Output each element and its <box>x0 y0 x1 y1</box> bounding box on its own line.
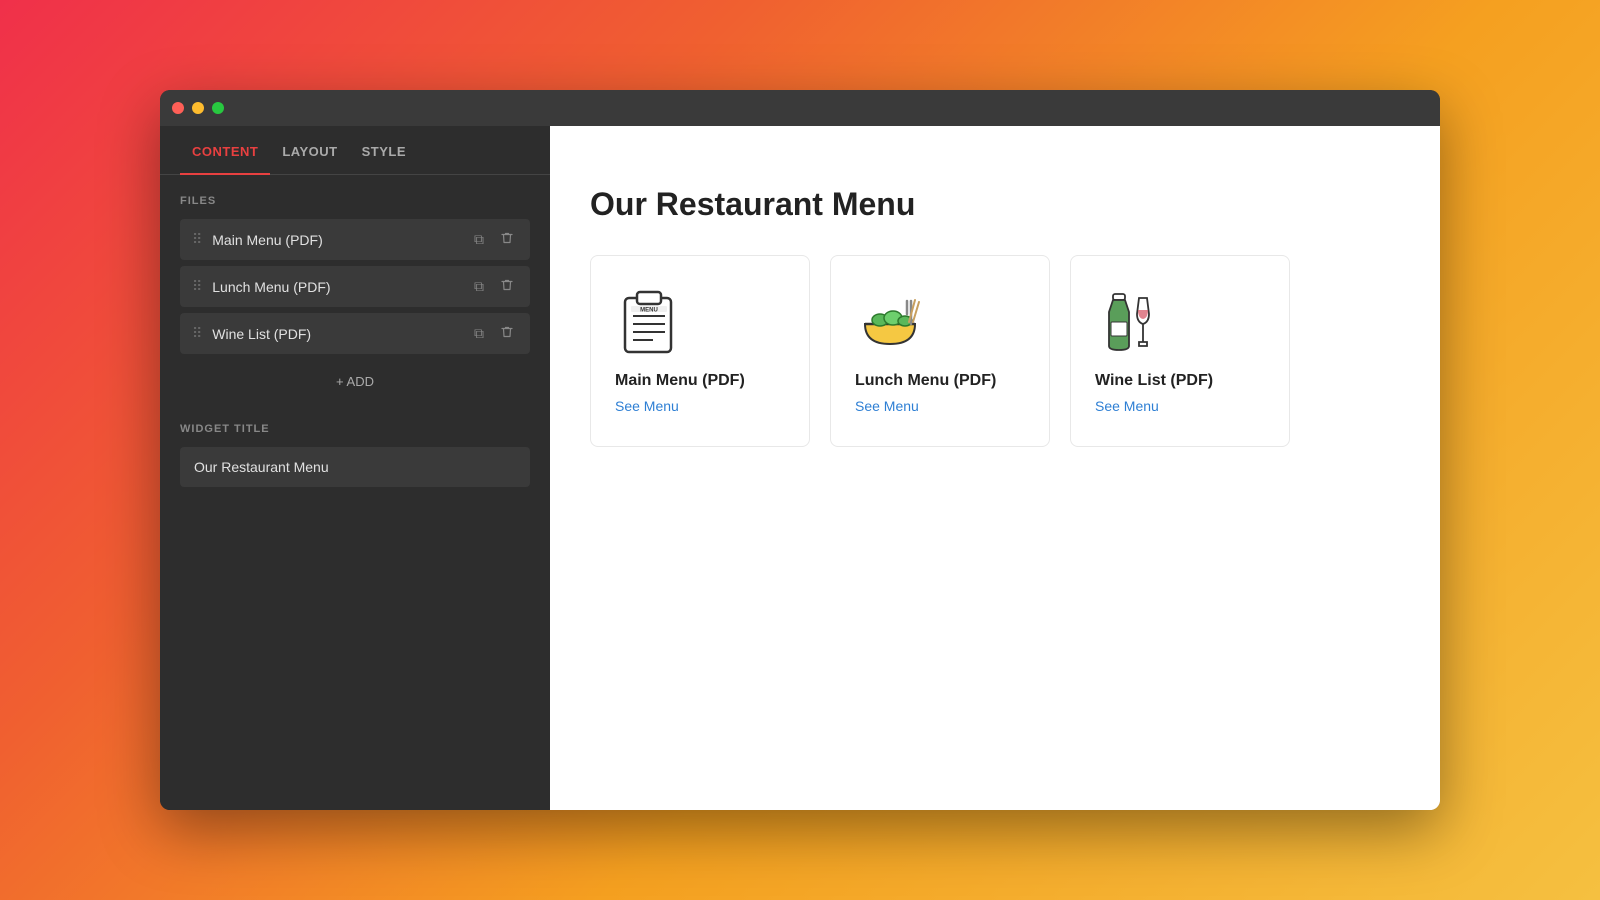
card-3-link[interactable]: See Menu <box>1095 398 1159 414</box>
drag-handle-1[interactable]: ⠿ <box>192 231 202 248</box>
file-name-1: Main Menu (PDF) <box>212 232 470 248</box>
file-name-2: Lunch Menu (PDF) <box>212 279 470 295</box>
maximize-button[interactable] <box>212 102 224 114</box>
tabs-bar: CONTENT LAYOUT STYLE <box>160 126 550 175</box>
menu-card-1: MENU Main Menu (PDF) See Menu <box>590 255 810 447</box>
svg-text:MENU: MENU <box>640 308 658 314</box>
menu-card-3: Wine List (PDF) See Menu <box>1070 255 1290 447</box>
card-2-link[interactable]: See Menu <box>855 398 919 414</box>
titlebar <box>160 90 1440 126</box>
drag-handle-2[interactable]: ⠿ <box>192 278 202 295</box>
restaurant-title: Our Restaurant Menu <box>590 186 1400 223</box>
tab-layout[interactable]: LAYOUT <box>270 126 349 174</box>
wine-list-icon <box>1095 286 1165 356</box>
file-item-2[interactable]: ⠿ Lunch Menu (PDF) ⧉ <box>180 266 530 307</box>
sidebar: CONTENT LAYOUT STYLE FILES ⠿ Main Menu (… <box>160 126 550 810</box>
copy-button-2[interactable]: ⧉ <box>470 276 488 297</box>
copy-button-3[interactable]: ⧉ <box>470 323 488 344</box>
menu-card-2: Lunch Menu (PDF) See Menu <box>830 255 1050 447</box>
widget-title-section: WIDGET TITLE <box>160 403 550 507</box>
files-section: FILES ⠿ Main Menu (PDF) ⧉ <box>160 175 550 403</box>
card-1-link[interactable]: See Menu <box>615 398 679 414</box>
widget-title-input[interactable] <box>180 447 530 487</box>
traffic-lights <box>172 102 224 114</box>
minimize-button[interactable] <box>192 102 204 114</box>
app-window: CONTENT LAYOUT STYLE FILES ⠿ Main Menu (… <box>160 90 1440 810</box>
card-1-title: Main Menu (PDF) <box>615 372 785 390</box>
file-name-3: Wine List (PDF) <box>212 326 470 342</box>
delete-button-3[interactable] <box>496 323 518 344</box>
file-actions-3: ⧉ <box>470 323 518 344</box>
preview-area: Our Restaurant Menu <box>550 126 1440 810</box>
delete-button-1[interactable] <box>496 229 518 250</box>
close-button[interactable] <box>172 102 184 114</box>
menu-cards: MENU Main Menu (PDF) See Menu <box>590 255 1400 447</box>
main-menu-icon: MENU <box>615 286 685 356</box>
delete-button-2[interactable] <box>496 276 518 297</box>
file-actions-1: ⧉ <box>470 229 518 250</box>
drag-handle-3[interactable]: ⠿ <box>192 325 202 342</box>
copy-button-1[interactable]: ⧉ <box>470 229 488 250</box>
preview-content: Our Restaurant Menu <box>550 126 1440 810</box>
file-item-1[interactable]: ⠿ Main Menu (PDF) ⧉ <box>180 219 530 260</box>
tab-content[interactable]: CONTENT <box>180 126 270 175</box>
tab-style[interactable]: STYLE <box>350 126 418 174</box>
add-file-button[interactable]: + ADD <box>180 360 530 403</box>
card-2-title: Lunch Menu (PDF) <box>855 372 1025 390</box>
window-body: CONTENT LAYOUT STYLE FILES ⠿ Main Menu (… <box>160 126 1440 810</box>
file-actions-2: ⧉ <box>470 276 518 297</box>
file-item-3[interactable]: ⠿ Wine List (PDF) ⧉ <box>180 313 530 354</box>
files-section-label: FILES <box>180 195 530 207</box>
card-3-title: Wine List (PDF) <box>1095 372 1265 390</box>
lunch-menu-icon <box>855 286 925 356</box>
widget-title-label: WIDGET TITLE <box>180 423 530 435</box>
